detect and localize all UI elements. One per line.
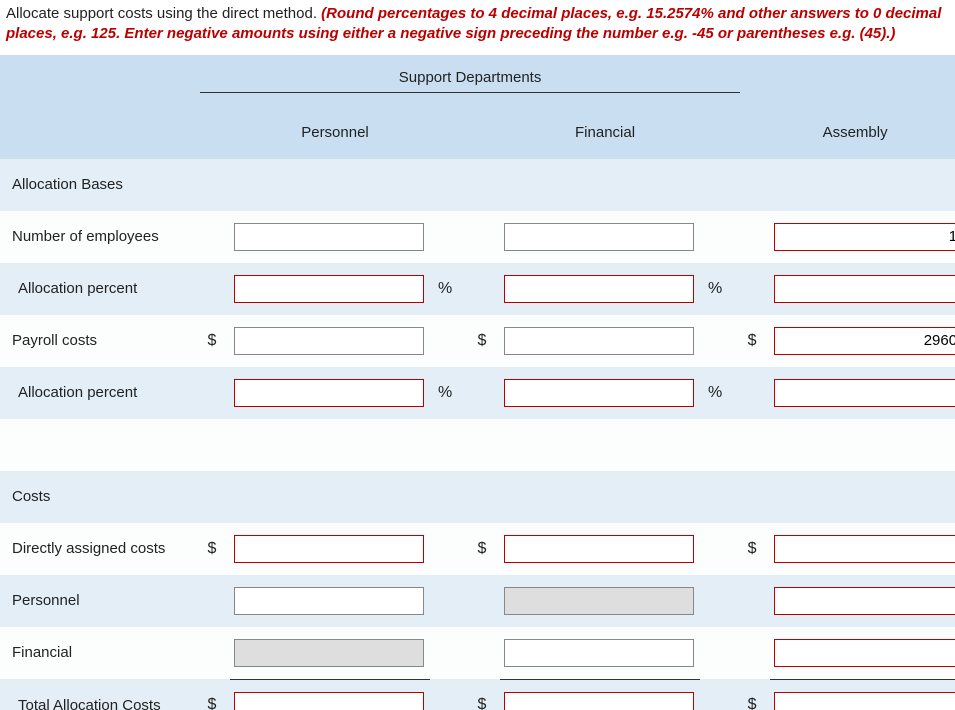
allocpct1-personnel-input[interactable] (234, 275, 424, 303)
financial-assembly-input[interactable] (774, 639, 955, 667)
total-financial-input[interactable] (504, 692, 694, 710)
dollar-symbol: $ (474, 332, 490, 350)
dollar-symbol: $ (204, 696, 220, 710)
direct-financial-input[interactable] (504, 535, 694, 563)
total-personnel-input[interactable] (234, 692, 424, 710)
emp-personnel-input[interactable] (234, 223, 424, 251)
allocpct1-assembly-input[interactable] (774, 275, 955, 303)
pct-symbol: % (434, 280, 456, 298)
payroll-financial-input[interactable] (504, 327, 694, 355)
header-support: Support Departments (200, 55, 740, 107)
row-direct: Directly assigned costs (0, 523, 200, 575)
row-costs: Costs (0, 471, 200, 523)
allocpct2-personnel-input[interactable] (234, 379, 424, 407)
direct-assembly-input[interactable] (774, 535, 955, 563)
personnel-personnel-input[interactable] (234, 587, 424, 615)
row-personnel: Personnel (0, 575, 200, 627)
payroll-assembly-input[interactable] (774, 327, 955, 355)
emp-assembly-input[interactable] (774, 223, 955, 251)
direct-personnel-input[interactable] (234, 535, 424, 563)
dollar-symbol: $ (474, 540, 490, 558)
allocation-table: Support Departments O Personnel Financia… (0, 55, 955, 710)
dollar-symbol: $ (744, 332, 760, 350)
header-personnel: Personnel (200, 107, 470, 159)
dollar-symbol: $ (204, 540, 220, 558)
row-payroll: Payroll costs (0, 315, 200, 367)
row-alloc-pct-2: Allocation percent (0, 367, 200, 419)
dollar-symbol: $ (204, 332, 220, 350)
payroll-personnel-input[interactable] (234, 327, 424, 355)
row-num-employees: Number of employees (0, 211, 200, 263)
row-financial: Financial (0, 627, 200, 680)
allocpct1-financial-input[interactable] (504, 275, 694, 303)
row-total: Total Allocation Costs (0, 679, 200, 710)
financial-personnel-input (234, 639, 424, 667)
row-alloc-bases: Allocation Bases (0, 159, 200, 211)
dollar-symbol: $ (474, 696, 490, 710)
financial-financial-input[interactable] (504, 639, 694, 667)
pct-symbol: % (434, 384, 456, 402)
dollar-symbol: $ (744, 540, 760, 558)
instruction-text: Allocate support costs using the direct … (6, 5, 321, 22)
emp-financial-input[interactable] (504, 223, 694, 251)
row-alloc-pct-1: Allocation percent (0, 263, 200, 315)
pct-symbol: % (704, 384, 726, 402)
header-op: O (770, 55, 955, 107)
total-assembly-input[interactable] (774, 692, 955, 710)
dollar-symbol: $ (744, 696, 760, 710)
allocpct2-assembly-input[interactable] (774, 379, 955, 407)
personnel-financial-input (504, 587, 694, 615)
header-assembly: Assembly (740, 107, 955, 159)
allocpct2-financial-input[interactable] (504, 379, 694, 407)
header-financial: Financial (470, 107, 740, 159)
pct-symbol: % (704, 280, 726, 298)
personnel-assembly-input[interactable] (774, 587, 955, 615)
